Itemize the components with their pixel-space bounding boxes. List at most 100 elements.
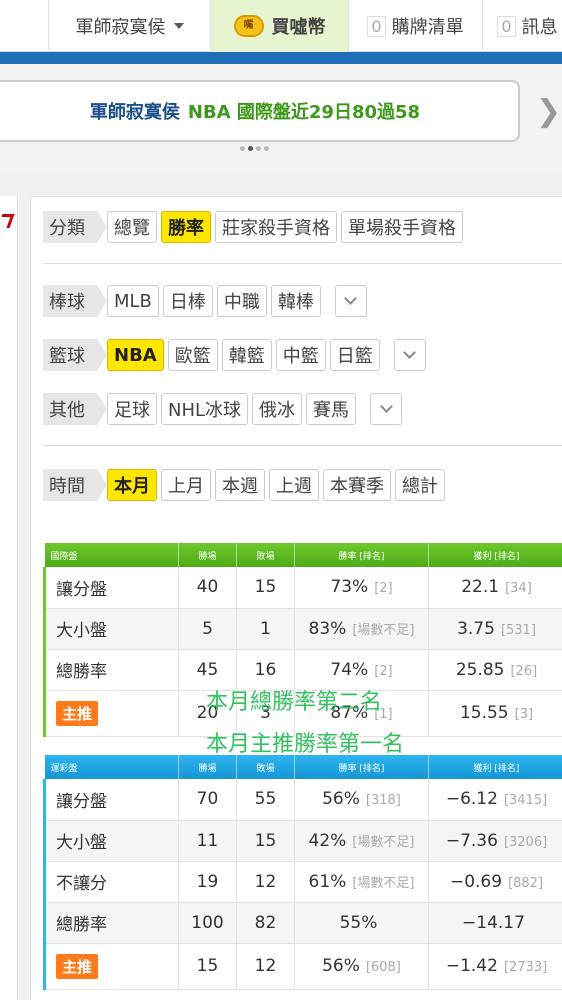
- logo-mark-icon: [0, 214, 15, 228]
- header-band: [0, 52, 562, 64]
- league-nba[interactable]: NBA: [107, 339, 164, 371]
- messages-button[interactable]: 0 訊息: [482, 0, 562, 52]
- row-name: 讓分盤: [43, 567, 179, 609]
- profit-rank: [34]: [505, 581, 532, 597]
- category-bookmaker-killer[interactable]: 莊家殺手資格: [215, 211, 337, 243]
- column-header: 獲利 [排名]: [428, 755, 562, 779]
- wins: 5: [178, 608, 237, 650]
- win-rate-cell: 61% [場數不足]: [294, 861, 429, 903]
- profit: 22.1: [461, 577, 500, 598]
- left-side-panel: [0, 196, 18, 1000]
- league-kbl[interactable]: 韓籃: [221, 339, 272, 371]
- carousel-dot[interactable]: [256, 146, 261, 151]
- losses: 82: [236, 902, 295, 944]
- profit-rank: [531]: [500, 622, 536, 638]
- time-last-month[interactable]: 上月: [161, 469, 211, 501]
- league-khl[interactable]: 俄冰: [252, 393, 303, 425]
- category-win-rate[interactable]: 勝率: [161, 211, 211, 243]
- table-header: 國際盤 勝場 敗場 勝率 [排名] 獲利 [排名]: [44, 543, 562, 567]
- losses: 55: [236, 779, 295, 821]
- pick-row: 主推 15 12 56% [608] −1.42 [2733]: [43, 943, 562, 990]
- win-rate-rank: [場數不足]: [352, 622, 415, 638]
- category-single-killer[interactable]: 單場殺手資格: [341, 211, 463, 243]
- carousel-dot-active[interactable]: [248, 146, 253, 151]
- profit: −7.36: [445, 830, 498, 851]
- expand-baseball-button[interactable]: [334, 285, 367, 317]
- losses: 12: [236, 943, 295, 990]
- row-name: 讓分盤: [43, 779, 179, 821]
- divider: [43, 263, 562, 264]
- win-rate-cell: 56% [318]: [294, 779, 429, 821]
- profit: 25.85: [455, 659, 505, 680]
- profit: −14.17: [462, 912, 525, 933]
- stats-panel: 分類 總覽 勝率 莊家殺手資格 單場殺手資格 棒球 MLB 日棒 中職 韓棒 籃…: [30, 196, 562, 1000]
- win-rate: 83%: [308, 618, 347, 639]
- carousel-dots: [240, 146, 269, 151]
- messages-count: 0: [497, 15, 516, 37]
- overlay-note-total-rank: 本月總勝率第二名: [206, 690, 383, 715]
- win-rate: 55%: [339, 912, 378, 933]
- win-rate-rank: [318]: [365, 793, 401, 809]
- win-rate-cell: 73% [2]: [294, 567, 429, 609]
- profit-cell: −7.36 [3206]: [428, 820, 562, 862]
- buy-coin-label: 買噓幣: [271, 17, 326, 38]
- baseball-label: 棒球: [43, 285, 107, 317]
- league-mlb[interactable]: MLB: [107, 285, 159, 317]
- column-header: 獲利 [排名]: [428, 543, 562, 567]
- user-name: 軍師寂寞侯: [75, 17, 166, 38]
- league-euroleague[interactable]: 歐籃: [167, 339, 218, 371]
- column-header: 勝場: [178, 543, 237, 567]
- league-horse-racing[interactable]: 賽馬: [306, 393, 357, 425]
- profit: −0.69: [449, 871, 503, 892]
- table-row: 大小盤 5 1 83% [場數不足] 3.75 [531]: [43, 608, 562, 650]
- win-rate: 42%: [308, 830, 347, 851]
- profit-rank: [3206]: [503, 834, 548, 850]
- buy-coin-button[interactable]: 嘴 買噓幣: [210, 0, 348, 52]
- profit: 3.75: [457, 618, 495, 639]
- league-kbo[interactable]: 韓棒: [270, 285, 321, 317]
- league-bleague[interactable]: 日籃: [329, 339, 380, 371]
- category-label: 分類: [43, 211, 107, 243]
- profit-rank: [3]: [514, 707, 534, 722]
- time-total[interactable]: 總計: [395, 469, 445, 501]
- carousel-dot[interactable]: [240, 146, 245, 151]
- league-nhl[interactable]: NHL冰球: [161, 393, 249, 425]
- win-rate-rank: [608]: [365, 960, 401, 975]
- profit-cell: −0.69 [882]: [428, 861, 562, 903]
- cart-count: 0: [367, 15, 386, 37]
- league-cba[interactable]: 中籃: [275, 339, 326, 371]
- banner[interactable]: 軍師寂寞侯 NBA 國際盤近29日80過58: [0, 80, 520, 142]
- time-this-week[interactable]: 本週: [215, 469, 265, 501]
- row-name: 大小盤: [43, 608, 179, 650]
- user-menu[interactable]: 軍師寂寞侯: [48, 0, 210, 52]
- row-name: 總勝率: [43, 902, 179, 944]
- category-overview[interactable]: 總覽: [107, 211, 157, 243]
- category-filter: 分類 總覽 勝率 莊家殺手資格 單場殺手資格: [43, 211, 463, 243]
- wins: 70: [178, 779, 237, 821]
- wins: 19: [178, 861, 237, 903]
- lottery-stats-table: 運彩盤 勝場 敗場 勝率 [排名] 獲利 [排名] 讓分盤 70 55 56% […: [43, 755, 562, 990]
- win-rate: 73%: [330, 577, 369, 598]
- losses: 12: [236, 861, 295, 903]
- league-soccer[interactable]: 足球: [107, 393, 157, 425]
- expand-other-button[interactable]: [370, 393, 403, 425]
- cart-button[interactable]: 0 購牌清單: [348, 0, 482, 52]
- profit: 15.55: [459, 703, 509, 723]
- time-this-month[interactable]: 本月: [107, 469, 157, 501]
- win-rate: 74%: [330, 659, 369, 680]
- pick-badge: 主推: [56, 953, 99, 979]
- win-rate-rank: [2]: [374, 663, 393, 679]
- time-last-week[interactable]: 上週: [269, 469, 319, 501]
- league-cpbl[interactable]: 中職: [216, 285, 267, 317]
- chevron-right-icon[interactable]: ❯: [536, 94, 561, 130]
- expand-basketball-button[interactable]: [393, 339, 426, 371]
- chevron-down-icon: [344, 292, 358, 305]
- win-rate: 61%: [308, 871, 347, 892]
- carousel-dot[interactable]: [264, 146, 269, 151]
- row-name: 總勝率: [43, 649, 179, 691]
- profit-rank: [3415]: [503, 793, 548, 809]
- wins: 11: [178, 820, 237, 862]
- time-this-season[interactable]: 本賽季: [323, 469, 391, 501]
- coin-icon: 嘴: [233, 15, 264, 37]
- league-npb[interactable]: 日棒: [162, 285, 213, 317]
